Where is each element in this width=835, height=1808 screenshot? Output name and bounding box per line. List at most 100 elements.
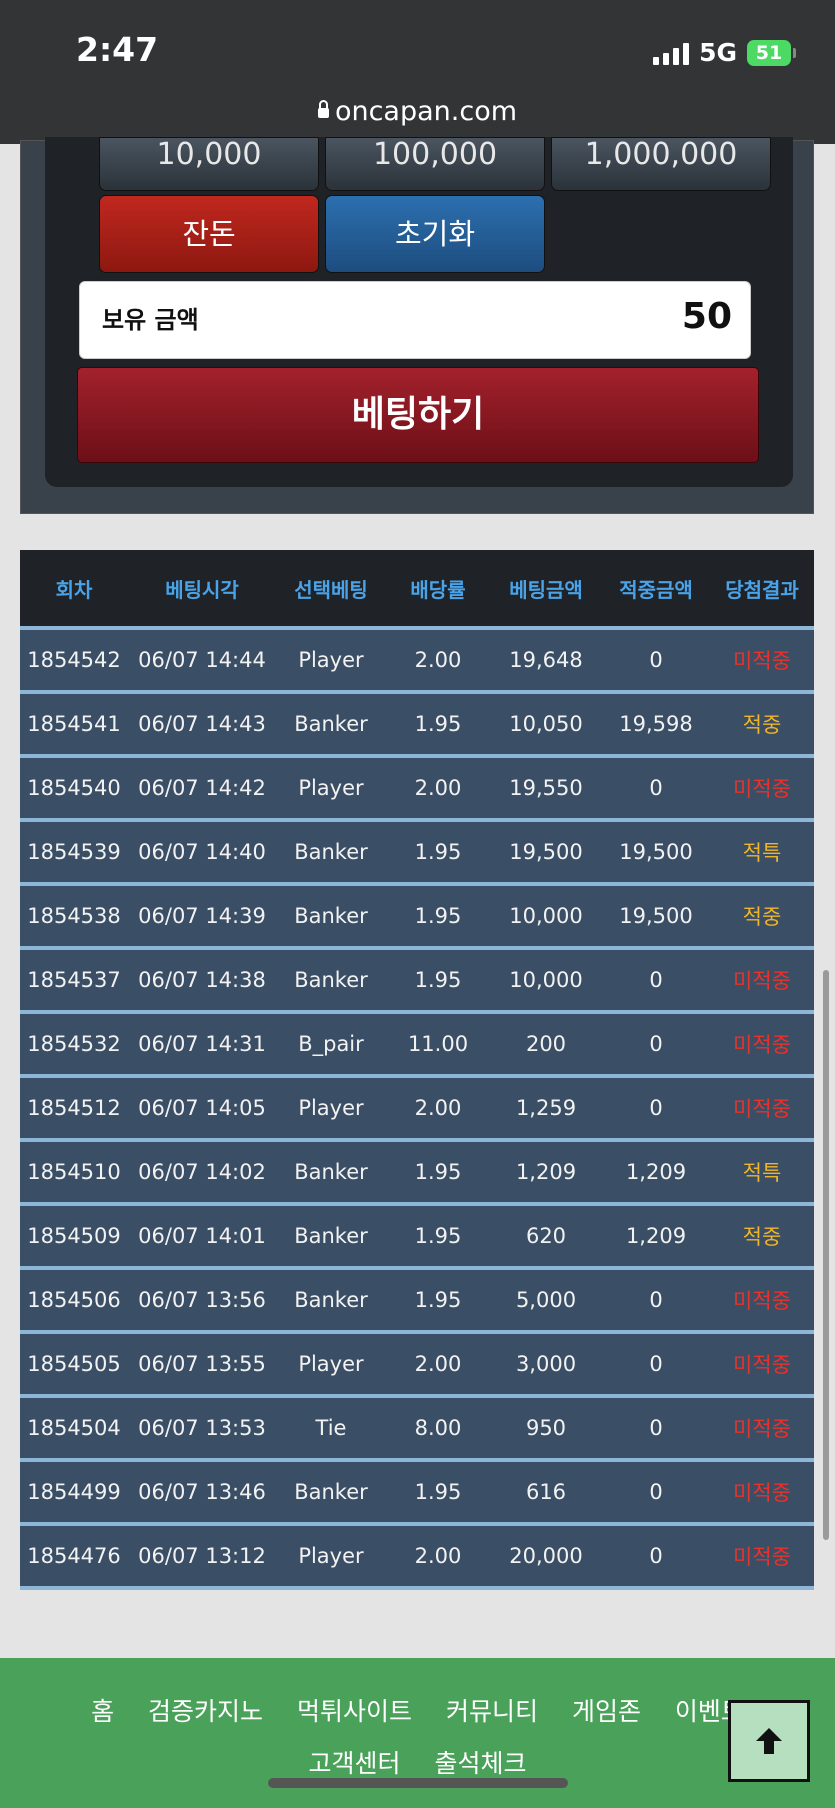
cell-odds: 2.00 [414, 1352, 462, 1376]
cell-win-amount: 0 [649, 1416, 663, 1440]
cell-round: 1854512 [27, 1096, 121, 1120]
page-scrollbar[interactable] [823, 970, 829, 1540]
footer-link-community[interactable]: 커뮤니티 [446, 1697, 538, 1726]
cell-round: 1854542 [27, 648, 121, 672]
table-row: 1854538 06/07 14:39 Banker 1.95 10,000 19,500… [20, 882, 814, 946]
table-row: 1854512 06/07 14:05 Player 2.00 1,259 0 미적중 [20, 1074, 814, 1138]
balance-label: 보유 금액 [102, 306, 199, 334]
cell-result: 적중 [742, 1225, 782, 1249]
header-result: 당첨결과 [725, 577, 799, 602]
cell-result: 미적중 [733, 969, 791, 993]
cell-odds: 1.95 [414, 904, 462, 928]
cell-bet-time: 06/07 14:31 [138, 1032, 266, 1056]
footer-link-scam-sites[interactable]: 먹튀사이트 [297, 1697, 412, 1726]
table-row: 1854504 06/07 13:53 Tie 8.00 950 0 미적중 [20, 1394, 814, 1458]
cell-bet-time: 06/07 13:56 [138, 1288, 266, 1312]
cell-selection: Banker [294, 904, 368, 928]
home-indicator[interactable] [268, 1778, 568, 1788]
cell-bet-amount: 20,000 [509, 1544, 583, 1568]
table-row: 1854506 06/07 13:56 Banker 1.95 5,000 0 미적중 [20, 1266, 814, 1330]
cell-bet-amount: 19,648 [509, 648, 583, 672]
cell-odds: 1.95 [414, 1160, 462, 1184]
cell-bet-amount: 3,000 [515, 1352, 577, 1376]
cell-bet-time: 06/07 14:44 [138, 648, 266, 672]
cell-bet-amount: 620 [525, 1224, 567, 1248]
cell-win-amount: 19,500 [619, 904, 693, 928]
cell-bet-time: 06/07 13:46 [138, 1480, 266, 1504]
url-text: oncapan.com [334, 96, 518, 127]
chip-100000-button[interactable]: 100,000 [325, 137, 545, 191]
header-round: 회차 [55, 577, 93, 602]
cell-odds: 2.00 [414, 1544, 462, 1568]
cell-selection: Banker [294, 968, 368, 992]
header-bet-time: 베팅시각 [165, 577, 239, 602]
reset-button[interactable]: 초기화 [325, 195, 545, 273]
cell-odds: 1.95 [414, 1288, 462, 1312]
cell-bet-amount: 10,000 [509, 968, 583, 992]
chip-10000-button[interactable]: 10,000 [99, 137, 319, 191]
cell-result: 미적중 [733, 649, 791, 673]
footer-link-verified-casino[interactable]: 검증카지노 [148, 1697, 263, 1726]
cell-win-amount: 0 [649, 1352, 663, 1376]
table-header: 회차 베팅시각 선택베팅 배당률 베팅금액 적중금액 당첨결과 [20, 550, 814, 626]
cell-round: 1854504 [27, 1416, 121, 1440]
cell-odds: 1.95 [414, 1224, 462, 1248]
balance-value: 50 [681, 296, 732, 337]
scroll-to-top-button[interactable] [728, 1700, 810, 1782]
table-row: 1854539 06/07 14:40 Banker 1.95 19,500 19,500… [20, 818, 814, 882]
cell-result: 적특 [742, 1161, 782, 1185]
cell-selection: Player [298, 776, 364, 800]
betting-panel-inner: 10,000 100,000 1,000,000 잔돈 초기화 보유 금액 50… [45, 137, 793, 487]
cell-selection: Banker [294, 840, 368, 864]
status-bar: 2:47 5G 51 oncapan.com [0, 0, 835, 144]
cell-win-amount: 0 [649, 1544, 663, 1568]
battery-level: 51 [755, 41, 783, 64]
table-row: 1854505 06/07 13:55 Player 2.00 3,000 0 미적중 [20, 1330, 814, 1394]
cell-bet-time: 06/07 14:39 [138, 904, 266, 928]
cell-bet-time: 06/07 14:42 [138, 776, 266, 800]
cell-odds: 1.95 [414, 1480, 462, 1504]
cell-selection: Tie [315, 1416, 347, 1440]
footer-link-home[interactable]: 홈 [91, 1697, 114, 1726]
cell-odds: 1.95 [414, 712, 462, 736]
cell-bet-amount: 10,050 [509, 712, 583, 736]
cell-result: 적중 [742, 713, 782, 737]
cell-selection: Banker [294, 1288, 368, 1312]
cell-round: 1854539 [27, 840, 121, 864]
address-bar[interactable]: oncapan.com [0, 96, 835, 127]
cell-bet-time: 06/07 14:01 [138, 1224, 266, 1248]
cell-bet-time: 06/07 14:40 [138, 840, 266, 864]
cell-result: 미적중 [733, 1545, 791, 1569]
cell-bet-time: 06/07 13:12 [138, 1544, 266, 1568]
change-button[interactable]: 잔돈 [99, 195, 319, 273]
footer-link-attendance[interactable]: 출석체크 [434, 1749, 526, 1778]
table-row: 1854540 06/07 14:42 Player 2.00 19,550 0 미적중 [20, 754, 814, 818]
cell-odds: 2.00 [414, 776, 462, 800]
cell-selection: Player [298, 1544, 364, 1568]
cell-selection: Player [298, 1352, 364, 1376]
cell-bet-time: 06/07 14:05 [138, 1096, 266, 1120]
cell-bet-time: 06/07 13:55 [138, 1352, 266, 1376]
signal-icon [653, 41, 690, 65]
cell-result: 미적중 [733, 1481, 791, 1505]
betting-panel: 10,000 100,000 1,000,000 잔돈 초기화 보유 금액 50… [20, 137, 814, 514]
header-odds: 배당률 [410, 577, 466, 602]
cell-win-amount: 0 [649, 1032, 663, 1056]
header-selection: 선택베팅 [294, 577, 368, 602]
chip-1000000-button[interactable]: 1,000,000 [551, 137, 771, 191]
cell-selection: Banker [294, 712, 368, 736]
table-body: 1854542 06/07 14:44 Player 2.00 19,648 0 미적중 18… [20, 626, 814, 1590]
cell-result: 미적중 [733, 1289, 791, 1313]
table-row: 1854509 06/07 14:01 Banker 1.95 620 1,209 적중 [20, 1202, 814, 1266]
footer-link-game-zone[interactable]: 게임존 [572, 1697, 641, 1726]
lock-icon [317, 99, 329, 118]
cell-selection: Banker [294, 1480, 368, 1504]
cell-selection: B_pair [298, 1032, 364, 1056]
cell-odds: 11.00 [407, 1032, 469, 1056]
cell-selection: Player [298, 648, 364, 672]
cell-bet-time: 06/07 14:38 [138, 968, 266, 992]
footer-link-support[interactable]: 고객센터 [309, 1749, 401, 1778]
cell-round: 1854506 [27, 1288, 121, 1312]
cell-round: 1854532 [27, 1032, 121, 1056]
place-bet-button[interactable]: 베팅하기 [77, 367, 759, 463]
